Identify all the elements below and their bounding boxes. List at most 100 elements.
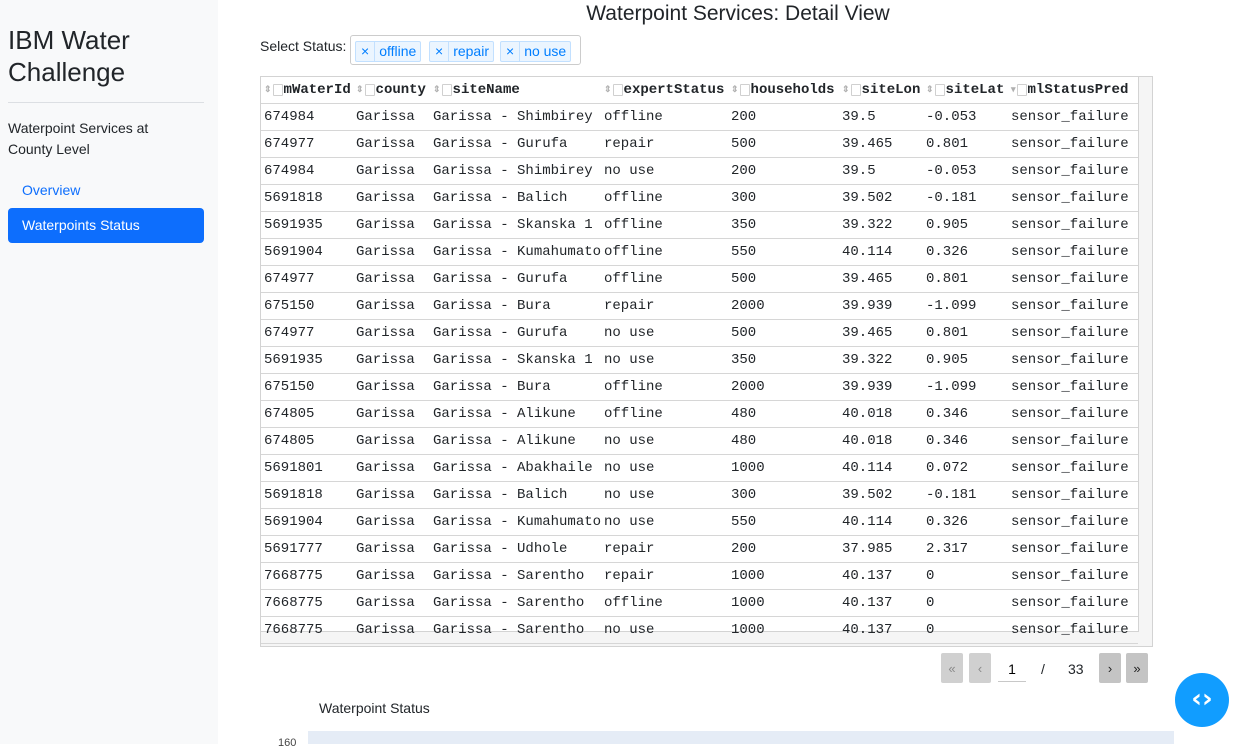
table-cell-mlStatusPred[interactable]: sensor_failure [1008, 265, 1138, 293]
table-cell-households[interactable]: 2000 [728, 373, 839, 401]
table-cell-siteLat[interactable]: 0.346 [923, 427, 1008, 455]
table-cell-expertStatus[interactable]: no use [601, 454, 728, 482]
table-cell-households[interactable]: 200 [728, 103, 839, 131]
table-cell-households[interactable]: 500 [728, 265, 839, 293]
table-cell-siteLat[interactable]: 0 [923, 616, 1008, 644]
table-cell-households[interactable]: 300 [728, 184, 839, 212]
table-cell-siteLon[interactable]: 40.137 [839, 562, 923, 590]
table-cell-mlStatusPred[interactable]: sensor_failure [1008, 130, 1138, 158]
table-cell-siteName[interactable]: Garissa - Gurufa [430, 265, 601, 293]
table-cell-county[interactable]: Garissa [353, 292, 430, 320]
column-toggle-icon[interactable] [850, 83, 861, 96]
table-cell-siteName[interactable]: Garissa - Bura [430, 373, 601, 401]
table-cell-county[interactable]: Garissa [353, 400, 430, 428]
table-cell-households[interactable]: 1000 [728, 589, 839, 617]
table-cell-siteName[interactable]: Garissa - Abakhaile [430, 454, 601, 482]
table-cell-county[interactable]: Garissa [353, 319, 430, 347]
sort-icon[interactable]: ▾ [1011, 85, 1016, 95]
table-cell-siteLat[interactable]: 0.326 [923, 508, 1008, 536]
table-cell-county[interactable]: Garissa [353, 481, 430, 509]
table-cell-siteLat[interactable]: -1.099 [923, 373, 1008, 401]
column-header-mWaterId[interactable]: ⇕ mWaterId [261, 77, 353, 104]
table-cell-expertStatus[interactable]: offline [601, 400, 728, 428]
first-page-button[interactable]: « [941, 653, 963, 683]
table-cell-mWaterId[interactable]: 5691818 [261, 481, 353, 509]
table-row[interactable]: 7668775 Garissa Garissa - Sarentho no use 10… [261, 616, 1138, 644]
table-cell-siteLon[interactable]: 39.5 [839, 157, 923, 185]
table-cell-siteName[interactable]: Garissa - Skanska 1 [430, 211, 601, 239]
table-cell-households[interactable]: 480 [728, 427, 839, 455]
table-cell-siteName[interactable]: Garissa - Gurufa [430, 319, 601, 347]
table-cell-expertStatus[interactable]: offline [601, 184, 728, 212]
sort-icon[interactable]: ⇕ [842, 85, 850, 95]
table-cell-siteName[interactable]: Garissa - Shimbirey [430, 157, 601, 185]
table-cell-mWaterId[interactable]: 5691935 [261, 346, 353, 374]
table-cell-siteName[interactable]: Garissa - Kumahumato [430, 508, 601, 536]
column-toggle-icon[interactable] [272, 83, 283, 96]
table-cell-households[interactable]: 500 [728, 319, 839, 347]
code-toggle-icon[interactable]: ‹› [1175, 673, 1229, 727]
table-cell-siteLat[interactable]: -0.053 [923, 157, 1008, 185]
table-cell-households[interactable]: 200 [728, 157, 839, 185]
table-row[interactable]: 675150 Garissa Garissa - Bura offline 2000 39… [261, 373, 1138, 401]
page-number-input[interactable] [998, 656, 1026, 682]
table-cell-households[interactable]: 200 [728, 535, 839, 563]
table-cell-siteLat[interactable]: -1.099 [923, 292, 1008, 320]
table-cell-mWaterId[interactable]: 5691777 [261, 535, 353, 563]
table-cell-mWaterId[interactable]: 674805 [261, 427, 353, 455]
table-cell-siteLat[interactable]: 0.801 [923, 319, 1008, 347]
table-cell-county[interactable]: Garissa [353, 238, 430, 266]
sort-icon[interactable]: ⇕ [731, 85, 739, 95]
table-row[interactable]: 674805 Garissa Garissa - Alikune offline 480… [261, 400, 1138, 428]
table-cell-mlStatusPred[interactable]: sensor_failure [1008, 481, 1138, 509]
sort-icon[interactable]: ⇕ [604, 85, 612, 95]
table-cell-siteLon[interactable]: 40.114 [839, 454, 923, 482]
table-cell-mWaterId[interactable]: 674977 [261, 319, 353, 347]
remove-offline-icon[interactable]: × [356, 42, 376, 61]
table-cell-county[interactable]: Garissa [353, 130, 430, 158]
table-cell-expertStatus[interactable]: offline [601, 211, 728, 239]
table-cell-households[interactable]: 350 [728, 211, 839, 239]
table-cell-siteLon[interactable]: 40.137 [839, 616, 923, 644]
table-cell-households[interactable]: 1000 [728, 616, 839, 644]
table-row[interactable]: 5691935 Garissa Garissa - Skanska 1 offline… [261, 211, 1138, 239]
column-toggle-icon[interactable] [612, 83, 623, 96]
table-cell-siteLon[interactable]: 40.018 [839, 400, 923, 428]
table-cell-expertStatus[interactable]: repair [601, 292, 728, 320]
table-cell-mWaterId[interactable]: 5691904 [261, 238, 353, 266]
table-cell-county[interactable]: Garissa [353, 184, 430, 212]
column-toggle-icon[interactable] [441, 83, 452, 96]
table-cell-mlStatusPred[interactable]: sensor_failure [1008, 184, 1138, 212]
column-toggle-icon[interactable] [1016, 83, 1027, 96]
table-cell-mlStatusPred[interactable]: sensor_failure [1008, 400, 1138, 428]
sort-icon[interactable]: ⇕ [926, 85, 934, 95]
nav-link-overview[interactable]: Overview [8, 173, 204, 208]
sort-icon[interactable]: ⇕ [264, 85, 272, 95]
table-cell-county[interactable]: Garissa [353, 427, 430, 455]
table-cell-siteLat[interactable]: 0.801 [923, 265, 1008, 293]
table-cell-mWaterId[interactable]: 7668775 [261, 616, 353, 644]
status-multiselect[interactable]: × offline × repair × no use [350, 35, 581, 65]
column-toggle-icon[interactable] [934, 83, 945, 96]
next-page-button[interactable]: › [1099, 653, 1121, 683]
table-cell-siteLon[interactable]: 39.465 [839, 130, 923, 158]
remove-repair-icon[interactable]: × [430, 42, 450, 61]
table-cell-siteName[interactable]: Garissa - Gurufa [430, 130, 601, 158]
table-cell-siteName[interactable]: Garissa - Sarentho [430, 562, 601, 590]
table-cell-mlStatusPred[interactable]: sensor_failure [1008, 238, 1138, 266]
table-row[interactable]: 674977 Garissa Garissa - Gurufa repair 500 39… [261, 130, 1138, 158]
table-cell-mWaterId[interactable]: 5691904 [261, 508, 353, 536]
table-cell-mlStatusPred[interactable]: sensor_failure [1008, 562, 1138, 590]
last-page-button[interactable]: » [1126, 653, 1148, 683]
column-toggle-icon[interactable] [364, 83, 375, 96]
table-row[interactable]: 5691904 Garissa Garissa - Kumahumato no use… [261, 508, 1138, 536]
table-cell-mlStatusPred[interactable]: sensor_failure [1008, 427, 1138, 455]
table-row[interactable]: 5691777 Garissa Garissa - Udhole repair 200 3… [261, 535, 1138, 563]
table-cell-siteLon[interactable]: 39.502 [839, 481, 923, 509]
table-cell-expertStatus[interactable]: repair [601, 535, 728, 563]
table-cell-mlStatusPred[interactable]: sensor_failure [1008, 373, 1138, 401]
table-row[interactable]: 7668775 Garissa Garissa - Sarentho offline 1… [261, 589, 1138, 617]
table-cell-mWaterId[interactable]: 5691818 [261, 184, 353, 212]
table-cell-mlStatusPred[interactable]: sensor_failure [1008, 508, 1138, 536]
table-cell-siteLat[interactable]: -0.181 [923, 481, 1008, 509]
